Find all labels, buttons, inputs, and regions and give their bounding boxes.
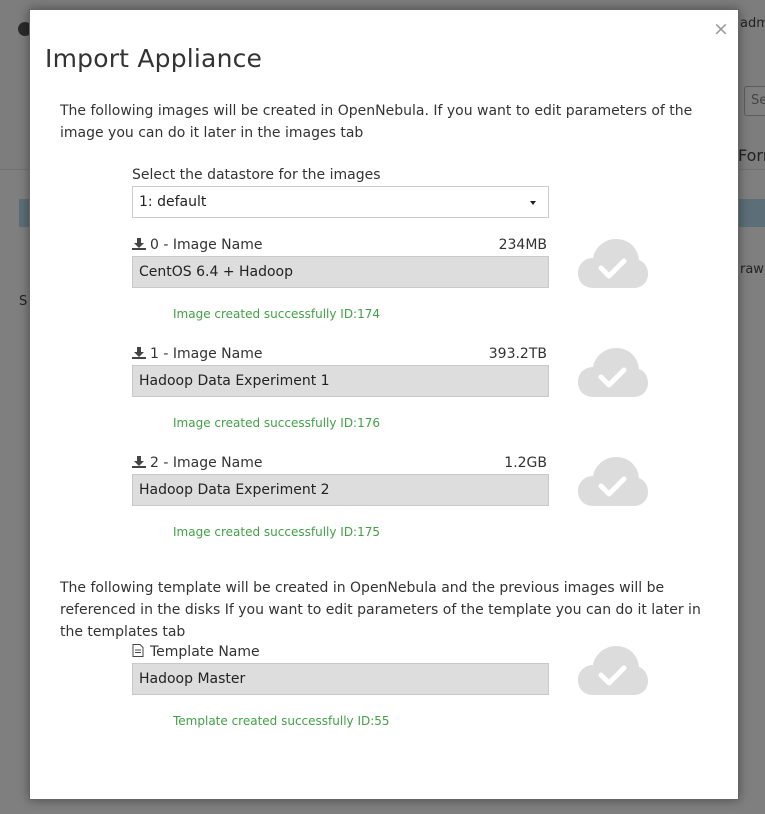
image-1-label: 1 - Image Name <box>150 346 263 362</box>
image-2-status: Image created successfully ID:175 <box>173 525 380 539</box>
image-1-status: Image created successfully ID:176 <box>173 416 380 430</box>
import-appliance-dialog: × Import Appliance The following images … <box>29 9 739 800</box>
template-label-row: Template Name <box>132 644 260 660</box>
datastore-selected-value: 1: default <box>139 194 207 210</box>
image-0-label: 0 - Image Name <box>150 237 263 253</box>
image-0-status: Image created successfully ID:174 <box>173 307 380 321</box>
download-icon <box>132 456 146 468</box>
image-0-label-row: 0 - Image Name <box>132 237 262 253</box>
datastore-label: Select the datastore for the images <box>132 167 381 183</box>
download-icon <box>132 347 146 359</box>
datastore-select[interactable]: 1: default <box>132 186 549 218</box>
document-icon <box>132 644 144 657</box>
image-1-label-row: 1 - Image Name <box>132 346 262 362</box>
image-1-size: 393.2TB <box>488 346 547 362</box>
cloud-check-icon <box>578 457 648 506</box>
download-icon <box>132 238 146 250</box>
image-0-size: 234MB <box>498 237 547 253</box>
cloud-check-icon <box>578 646 648 695</box>
image-2-label: 2 - Image Name <box>150 455 263 471</box>
template-intro-text: The following template will be created i… <box>60 580 701 640</box>
image-2-name-field[interactable]: Hadoop Data Experiment 2 <box>132 474 549 506</box>
template-name-field[interactable]: Hadoop Master <box>132 663 549 695</box>
cloud-check-icon <box>578 239 648 288</box>
template-status: Template created successfully ID:55 <box>173 714 390 728</box>
dialog-title: Import Appliance <box>45 44 263 73</box>
image-0-name-field[interactable]: CentOS 6.4 + Hadoop <box>132 256 549 288</box>
chevron-down-icon <box>530 201 536 205</box>
template-label: Template Name <box>150 644 260 660</box>
cloud-check-icon <box>578 348 648 397</box>
image-2-size: 1.2GB <box>504 455 547 471</box>
close-button[interactable]: × <box>713 20 729 39</box>
image-1-name-field[interactable]: Hadoop Data Experiment 1 <box>132 365 549 397</box>
image-2-label-row: 2 - Image Name <box>132 455 262 471</box>
images-intro-text: The following images will be created in … <box>60 103 693 141</box>
